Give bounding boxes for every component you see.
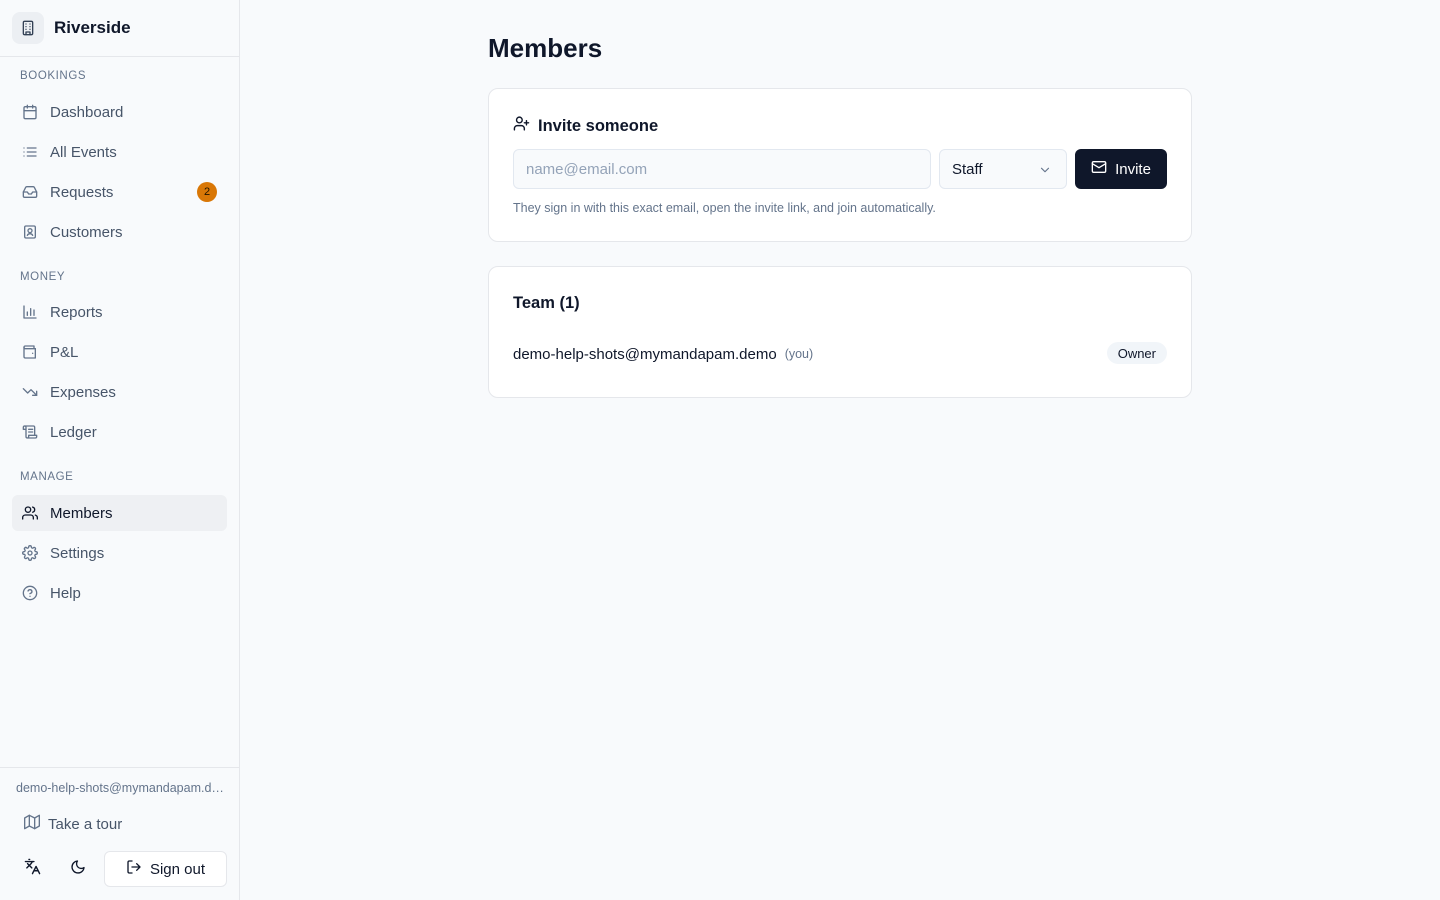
inbox-icon [22,184,38,200]
requests-count-badge: 2 [197,182,217,202]
sidebar-item-all-events[interactable]: All Events [12,134,227,170]
member-email: demo-help-shots@mymandapam.demo [513,345,777,363]
sidebar-footer: demo-help-shots@mymandapam.demo Take a t… [0,767,239,900]
sidebar-item-label: Members [50,504,113,522]
map-icon [24,814,40,835]
log-out-icon [126,859,142,880]
building-icon [12,12,44,44]
invite-button-label: Invite [1115,160,1151,178]
chevron-down-icon [1038,163,1052,182]
section-label-manage: MANAGE [20,471,74,483]
role-select-value: Staff [952,160,983,178]
invite-button[interactable]: Invite [1075,149,1167,189]
bar-chart-icon [22,304,38,320]
page-title: Members [488,33,603,63]
sign-out-label: Sign out [149,860,206,878]
invite-card: Invite someone Staff Invite They sign in… [488,88,1192,242]
sidebar-item-requests[interactable]: Requests 2 [12,174,227,210]
sidebar-item-label: Expenses [50,383,116,401]
sidebar-item-help[interactable]: Help [12,575,227,611]
list-icon [22,144,38,160]
member-you-label: (you) [784,347,814,361]
section-label-money: MONEY [20,271,66,283]
sidebar: Riverside BOOKINGS Dashboard All Events … [0,0,240,900]
sidebar-item-dashboard[interactable]: Dashboard [12,94,227,130]
sidebar-item-customers[interactable]: Customers [12,214,227,250]
team-card-title: Team (1) [513,294,580,312]
brand: Riverside [0,0,239,57]
role-select[interactable]: Staff [939,149,1067,189]
sidebar-item-expenses[interactable]: Expenses [12,374,227,410]
sidebar-item-label: Reports [50,303,103,321]
invite-card-title: Invite someone [538,116,659,135]
invite-email-input[interactable] [513,149,931,189]
sidebar-item-reports[interactable]: Reports [12,294,227,330]
sidebar-item-label: Settings [50,544,105,562]
contact-icon [22,224,38,240]
scroll-icon [22,424,38,440]
sidebar-item-ledger[interactable]: Ledger [12,414,227,450]
moon-icon [70,859,86,880]
gear-icon [22,545,38,561]
theme-toggle-button[interactable] [61,852,95,886]
wallet-icon [22,344,38,360]
sidebar-item-label: Ledger [50,423,97,441]
sidebar-item-label: Customers [50,223,123,241]
calendar-icon [22,104,38,120]
sidebar-item-members[interactable]: Members [12,495,227,531]
take-tour-button[interactable]: Take a tour [14,808,122,840]
sidebar-item-label: P&L [50,343,79,361]
app-name: Riverside [54,18,131,37]
user-plus-icon [513,115,530,137]
sidebar-item-label: All Events [50,143,117,161]
take-tour-label: Take a tour [48,815,123,833]
sidebar-item-pnl[interactable]: P&L [12,334,227,370]
section-label-bookings: BOOKINGS [20,70,87,82]
help-circle-icon [22,585,38,601]
member-role-badge: Owner [1106,342,1167,364]
invite-card-header: Invite someone [513,115,658,137]
users-icon [22,505,38,521]
sign-out-button[interactable]: Sign out [104,851,227,887]
sidebar-item-settings[interactable]: Settings [12,535,227,571]
sidebar-item-label: Dashboard [50,103,124,121]
trending-down-icon [22,384,38,400]
language-button[interactable] [15,852,49,886]
mail-icon [1091,159,1107,180]
current-user-email: demo-help-shots@mymandapam.demo [16,781,226,795]
invite-hint: They sign in with this exact email, open… [513,201,936,215]
team-card-header: Team (1) [513,294,580,313]
member-row: demo-help-shots@mymandapam.demo (you) Ow… [513,342,1167,366]
team-card: Team (1) demo-help-shots@mymandapam.demo… [488,266,1192,398]
sidebar-item-label: Requests [50,183,114,201]
sidebar-item-label: Help [50,584,81,602]
translate-icon [24,858,41,880]
